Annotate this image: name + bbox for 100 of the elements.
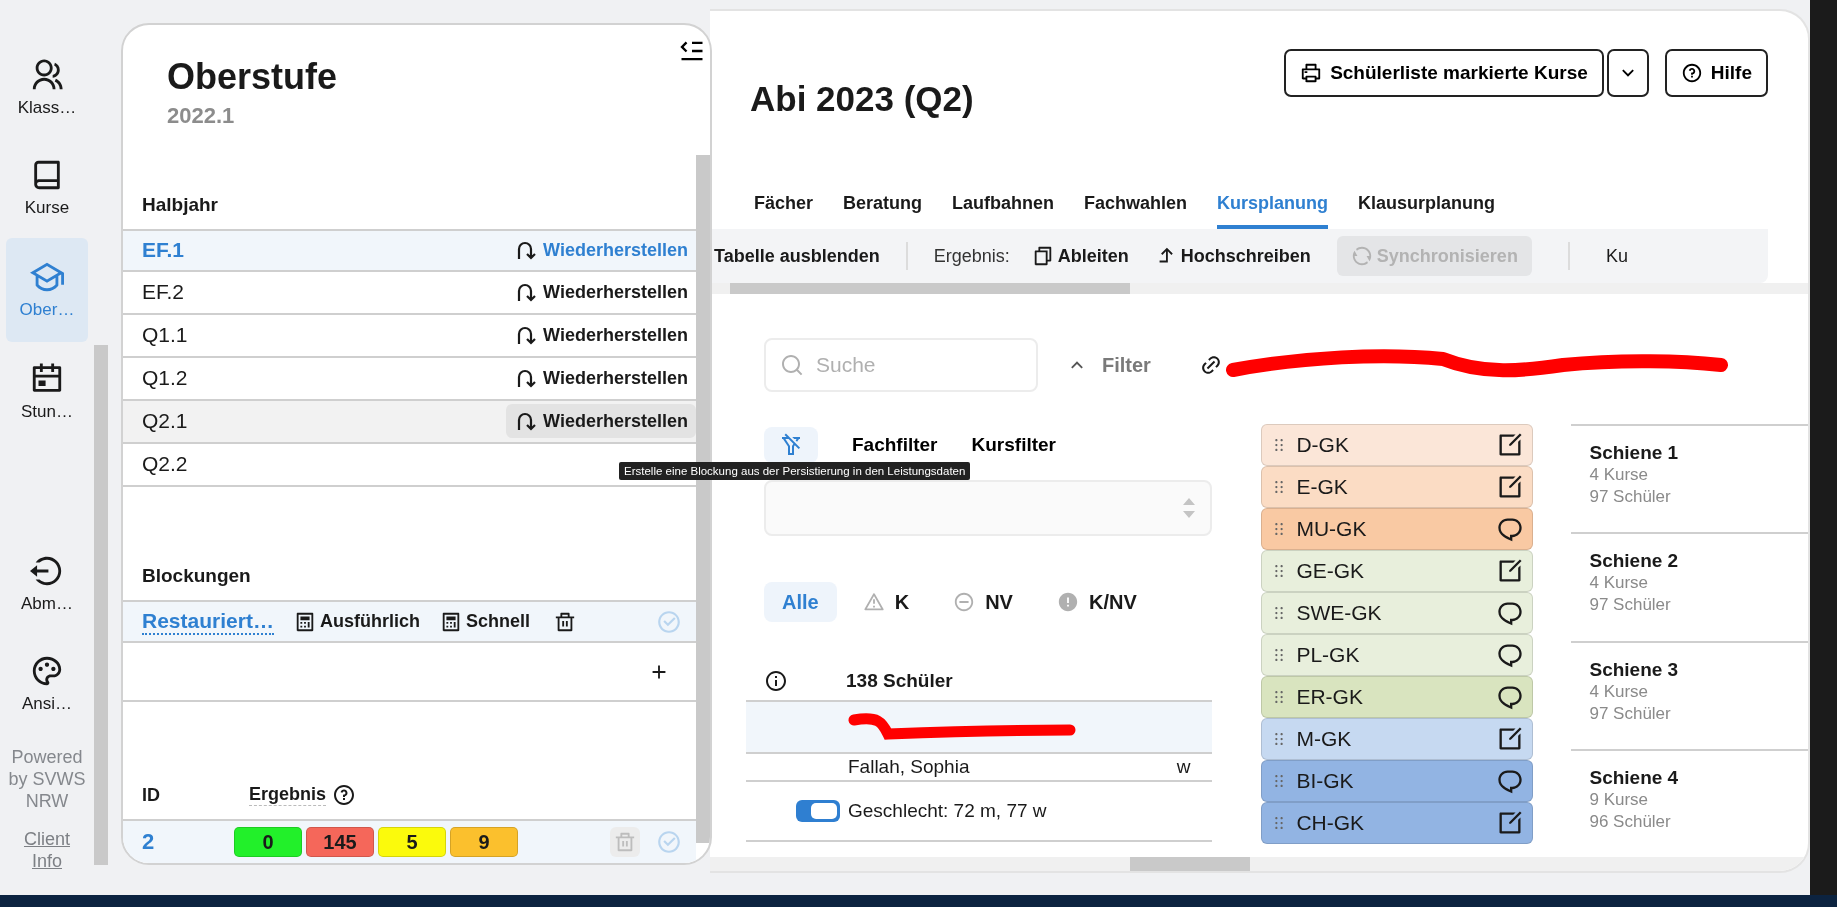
info-icon[interactable] xyxy=(764,669,788,693)
status-filter-tab[interactable]: Alle xyxy=(764,582,837,622)
palette-icon xyxy=(30,654,64,688)
track-student-count: 97 Schüler xyxy=(1589,486,1672,508)
track-course-count: 4 Kurse xyxy=(1589,572,1650,595)
track-course-count: 4 Kurse xyxy=(1589,680,1650,703)
course-item[interactable]: CH-GK xyxy=(1261,802,1534,844)
semester-label: Q2.2 xyxy=(142,452,188,477)
course-item[interactable]: GE-GK xyxy=(1261,550,1534,592)
tab[interactable]: Beratung xyxy=(843,187,923,229)
track-student-count: 97 Schüler xyxy=(1589,594,1672,617)
status-filter-tab[interactable]: K xyxy=(862,582,928,622)
course-item[interactable]: BI-GK xyxy=(1261,760,1534,802)
refresh-icon xyxy=(1350,245,1373,267)
course-item[interactable]: M-GK xyxy=(1261,718,1534,760)
restore-button[interactable]: Wiederherstellen xyxy=(506,404,696,439)
semester-row[interactable]: EF.1 Wiederherstellen xyxy=(123,228,696,272)
result-label: Ergebnis: xyxy=(933,245,1010,267)
semester-label: Q1.1 xyxy=(142,323,188,348)
course-item[interactable]: PL-GK xyxy=(1261,634,1534,676)
student-name: Fallah, Sophia xyxy=(848,756,970,778)
nav-item[interactable]: Abm… xyxy=(6,534,88,634)
graduation-cap-icon xyxy=(30,260,64,294)
track-course-count: 4 Kurse xyxy=(1589,464,1650,486)
search-field[interactable]: Suche xyxy=(764,338,1038,392)
tab[interactable]: Fachwahlen xyxy=(1084,187,1188,229)
track-title: Schiene 3 xyxy=(1589,658,1680,681)
group-icon xyxy=(30,58,64,92)
track-student-count: 96 Schüler xyxy=(1589,810,1672,833)
nav-item[interactable]: Ansi… xyxy=(6,634,88,734)
filter-tab[interactable]: Fachfilter xyxy=(852,434,938,456)
help-icon xyxy=(1680,62,1703,84)
student-row[interactable] xyxy=(746,702,1213,754)
select-field[interactable] xyxy=(764,480,1213,536)
gender-toggle[interactable] xyxy=(796,800,840,822)
track-title: Schiene 2 xyxy=(1589,550,1680,573)
help-button[interactable]: Hilfe xyxy=(1664,49,1768,97)
search-icon xyxy=(780,353,804,377)
result-count-badge: 145 xyxy=(306,827,374,858)
filter-off-icon[interactable] xyxy=(764,427,818,463)
semester-label: EF.1 xyxy=(142,238,185,263)
result-count-badge: 9 xyxy=(450,827,518,858)
restore-button[interactable]: Wiederherstellen xyxy=(506,275,696,310)
client-info-link[interactable]: Client Info xyxy=(12,828,82,872)
course-item[interactable]: E-GK xyxy=(1261,466,1534,508)
result-count-badge: 0 xyxy=(234,827,302,858)
help-icon[interactable] xyxy=(332,783,357,808)
horizontal-scrollbar[interactable] xyxy=(710,283,1808,294)
semester-label: Q1.2 xyxy=(142,366,188,391)
nav-item[interactable]: Stun… xyxy=(6,342,88,442)
track-title: Schiene 4 xyxy=(1589,766,1680,789)
course-item[interactable]: ER-GK xyxy=(1261,676,1534,718)
nav-item[interactable]: Kurse xyxy=(6,138,88,238)
page-title: Abi 2023 (Q2) xyxy=(750,79,974,120)
quick-button[interactable]: Schnell xyxy=(439,610,530,633)
course-item[interactable]: SWE-GK xyxy=(1261,592,1534,634)
tooltip: Erstelle eine Blockung aus der Persistierung in den Leistungsdaten xyxy=(619,462,971,480)
track-course-count: 9 Kurse xyxy=(1589,788,1650,811)
dropdown-caret-icon[interactable] xyxy=(1606,49,1649,97)
semester-row[interactable]: Q2.1 Wiederherstellen xyxy=(123,400,696,444)
powered-by-text: Powered by SVWS NRW xyxy=(7,746,87,812)
column-header: 138 Schüler xyxy=(846,670,953,692)
print-button[interactable]: Schülerliste markierte Kurse xyxy=(1284,49,1604,97)
tab[interactable]: Fächer xyxy=(754,187,814,229)
status-filter-tab[interactable]: K/NV xyxy=(1056,582,1155,622)
column-header: ID xyxy=(142,784,161,806)
restore-button[interactable]: Wiederherstellen xyxy=(506,233,696,268)
hide-table-button[interactable]: Tabelle ausblenden xyxy=(714,245,880,267)
filter-button[interactable]: Filter xyxy=(1066,353,1151,377)
derive-button[interactable]: Ableiten xyxy=(1031,245,1129,267)
column-header: Ergebnis xyxy=(249,784,327,807)
warning-icon xyxy=(862,591,885,613)
tab[interactable]: Klausurplanung xyxy=(1358,187,1496,229)
write-up-button[interactable]: Hochschreiben xyxy=(1154,245,1311,267)
semester-label: EF.2 xyxy=(142,280,185,305)
nav-item[interactable]: Klass… xyxy=(6,38,88,138)
restore-button[interactable]: Wiederherstellen xyxy=(506,361,696,396)
status-filter-tab[interactable]: NV xyxy=(953,582,1031,622)
course-item[interactable]: MU-GK xyxy=(1261,508,1534,550)
result-id: 2 xyxy=(142,829,156,856)
semester-label: Q2.1 xyxy=(142,409,188,434)
detailed-button[interactable]: Ausführlich xyxy=(293,610,420,633)
section-heading: Halbjahr xyxy=(141,192,220,217)
result-row[interactable]: 2 0 145 5 9 xyxy=(123,819,696,863)
printer-icon xyxy=(1300,62,1323,84)
toolbar-text: Ku xyxy=(1605,245,1628,267)
blocking-row[interactable]: Restauriert… Ausführlich Schnell xyxy=(123,600,696,644)
track-title: Schiene 1 xyxy=(1589,442,1680,464)
tab[interactable]: Laufbahnen xyxy=(952,187,1055,229)
student-gender: w xyxy=(1176,756,1191,778)
filter-tab[interactable]: Kursfilter xyxy=(971,434,1056,456)
section-heading: Blockungen xyxy=(141,564,252,589)
track-student-count: 97 Schüler xyxy=(1589,702,1672,725)
panel-title: Oberstufe xyxy=(167,55,339,99)
blocking-name-link[interactable]: Restauriert… xyxy=(142,608,274,635)
gender-summary: Geschlecht: 72 m, 77 w xyxy=(848,800,1047,822)
logout-icon xyxy=(30,554,64,588)
course-item[interactable]: D-GK xyxy=(1261,424,1534,466)
scrollbar-thumb[interactable] xyxy=(94,345,108,865)
restore-button[interactable]: Wiederherstellen xyxy=(506,318,696,353)
